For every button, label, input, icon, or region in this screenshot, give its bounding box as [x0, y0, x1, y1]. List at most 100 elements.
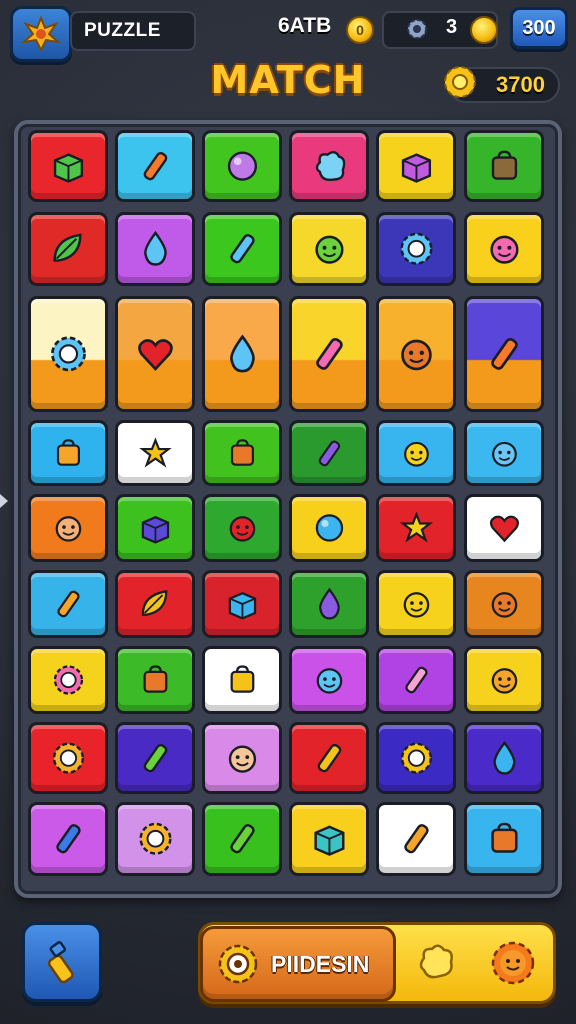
board-tile[interactable] — [464, 212, 544, 286]
board-tile[interactable] — [376, 296, 456, 412]
leaf-icon — [52, 233, 82, 263]
board-tile[interactable] — [464, 802, 544, 876]
board-tile[interactable] — [464, 296, 544, 412]
next-piece-preview-2 — [486, 936, 540, 990]
bottle-icon — [490, 338, 518, 370]
score-value: 3700 — [496, 72, 545, 97]
green-monster-icon — [314, 235, 344, 265]
bear-face-icon — [228, 745, 256, 773]
board-tile[interactable] — [202, 570, 282, 638]
board-tile[interactable] — [464, 130, 544, 202]
board-tile[interactable] — [376, 570, 456, 638]
currency-button[interactable]: 300 — [510, 7, 568, 49]
board-tile[interactable] — [202, 646, 282, 714]
board-tile[interactable] — [28, 130, 108, 202]
blue-ball-icon — [315, 514, 343, 542]
orange-cat-icon — [400, 339, 432, 371]
board-tile[interactable] — [202, 802, 282, 876]
board-tile[interactable] — [115, 296, 195, 412]
board-tile[interactable] — [115, 722, 195, 794]
profile-button[interactable] — [10, 6, 72, 62]
moves-label: 6ATB — [278, 14, 332, 37]
sun-robot-icon — [399, 232, 433, 266]
gold-coin-icon — [470, 16, 498, 44]
spoon-icon — [403, 824, 429, 854]
app-title: PUZZLE — [84, 20, 161, 41]
house-icon — [490, 822, 518, 854]
purple-shape-icon — [141, 515, 169, 544]
board-tile[interactable] — [115, 802, 195, 876]
action-button[interactable]: PIIDESIN — [200, 926, 396, 1002]
board-tile[interactable] — [376, 494, 456, 562]
smile-face-icon — [55, 516, 81, 542]
yellow-face-icon — [403, 441, 429, 467]
board-tile[interactable] — [289, 646, 369, 714]
teal-cube-icon — [313, 825, 345, 857]
board-tile[interactable] — [464, 722, 544, 794]
board-tile[interactable] — [202, 722, 282, 794]
board-tile[interactable] — [202, 212, 282, 286]
blue-cat-icon — [491, 441, 517, 467]
board-tile[interactable] — [464, 570, 544, 638]
board-tile[interactable] — [115, 494, 195, 562]
board-tile[interactable] — [289, 212, 369, 286]
board-tile[interactable] — [28, 212, 108, 286]
board-tile[interactable] — [28, 802, 108, 876]
pencil-icon — [318, 440, 340, 466]
bag-icon — [56, 438, 80, 466]
yellow-bag-icon — [230, 665, 254, 693]
purple-box-icon — [401, 153, 431, 183]
gear-icon — [407, 19, 427, 39]
board-tile[interactable] — [376, 420, 456, 486]
board-tile[interactable] — [289, 570, 369, 638]
cat-face-icon — [403, 592, 429, 618]
currency-button-label: 300 — [522, 16, 556, 39]
sun-icon — [400, 742, 432, 774]
jar-icon — [143, 665, 167, 693]
next-piece-preview — [410, 936, 464, 990]
board-tile[interactable] — [376, 802, 456, 876]
board-tile[interactable] — [28, 646, 108, 714]
board-tile[interactable] — [115, 420, 195, 486]
board-tile[interactable] — [289, 722, 369, 794]
board-tile[interactable] — [289, 420, 369, 486]
top-hud: PUZZLE 6ATB 0 3 300 MATCH 3700 — [0, 0, 576, 120]
board-tile[interactable] — [115, 646, 195, 714]
sun-face-icon — [138, 822, 172, 856]
yellow-leaf-icon — [141, 590, 167, 616]
board-tile[interactable] — [464, 646, 544, 714]
blue-drop-icon — [229, 334, 255, 373]
board-tile[interactable] — [464, 494, 544, 562]
phoenix-icon — [20, 15, 62, 53]
board-tile[interactable] — [202, 494, 282, 562]
board-tile[interactable] — [115, 130, 195, 202]
board-tile[interactable] — [376, 722, 456, 794]
board-tile[interactable] — [28, 722, 108, 794]
board-tile[interactable] — [28, 296, 108, 412]
booster-button[interactable] — [22, 922, 102, 1002]
magnifier-icon — [227, 151, 257, 181]
game-board — [28, 130, 548, 886]
bear-icon — [491, 668, 517, 694]
board-tile[interactable] — [202, 296, 282, 412]
board-tile[interactable] — [28, 420, 108, 486]
board-tile[interactable] — [28, 570, 108, 638]
board-tile[interactable] — [289, 802, 369, 876]
board-tile[interactable] — [376, 130, 456, 202]
board-tile[interactable] — [376, 646, 456, 714]
board-tile[interactable] — [289, 494, 369, 562]
side-arrow-icon[interactable] — [0, 494, 8, 508]
board-tile[interactable] — [289, 296, 369, 412]
balloon-icon — [318, 587, 340, 620]
board-tile[interactable] — [202, 420, 282, 486]
board-tile[interactable] — [115, 212, 195, 286]
board-tile[interactable] — [202, 130, 282, 202]
pink-key-icon — [315, 338, 343, 370]
board-tile[interactable] — [464, 420, 544, 486]
board-tile[interactable] — [28, 494, 108, 562]
board-tile[interactable] — [115, 570, 195, 638]
board-tile[interactable] — [376, 212, 456, 286]
board-tile[interactable] — [289, 130, 369, 202]
blue-drop-icon — [143, 231, 167, 267]
blue-virus-icon — [50, 336, 86, 372]
